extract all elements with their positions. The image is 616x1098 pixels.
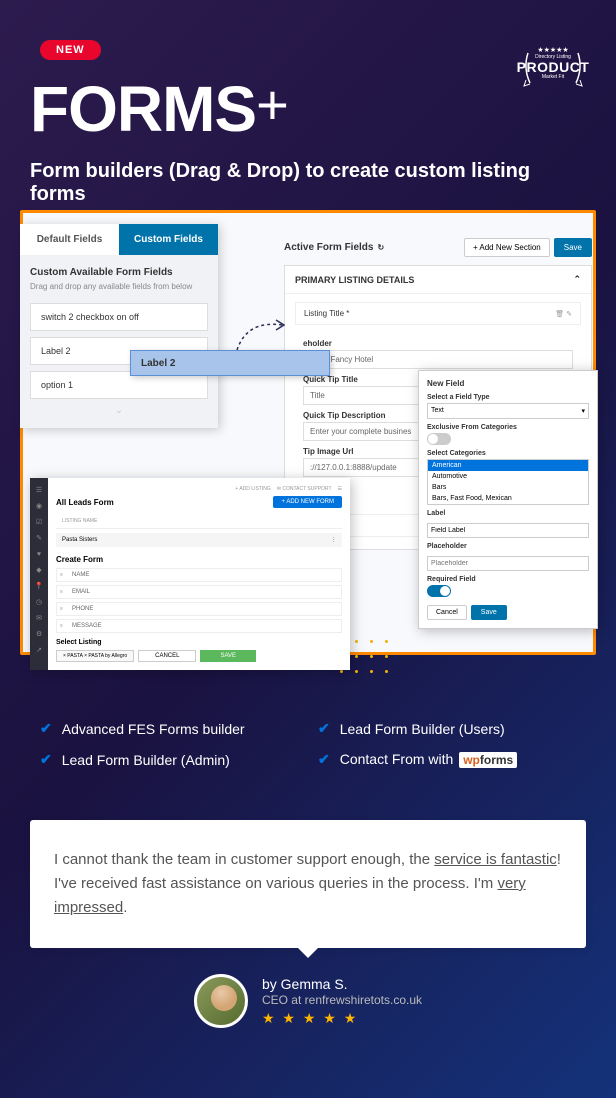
panel-desc: Drag and drop any available fields from … [30, 282, 208, 291]
menu-icon[interactable]: ☰ [338, 486, 342, 492]
form-field-row[interactable]: ≡PHONE [56, 602, 342, 616]
admin-cancel-button[interactable]: CANCEL [138, 650, 196, 662]
field-item[interactable]: switch 2 checkbox on off [30, 303, 208, 331]
feature-text: Lead Form Builder (Admin) [62, 752, 230, 768]
select-categories-label: Select Categories [427, 450, 589, 457]
form-field-row[interactable]: ≡MESSAGE [56, 619, 342, 633]
page-subtitle: Form builders (Drag & Drop) to create cu… [30, 160, 586, 206]
exclusive-label: Exclusive From Categories [427, 424, 589, 431]
listing-tag[interactable]: × PASTA × PASTA by Allegro [56, 650, 134, 662]
label-input[interactable] [427, 523, 589, 538]
sidebar-icon[interactable]: ◆ [30, 562, 48, 578]
sidebar-icon[interactable]: ◉ [30, 498, 48, 514]
category-option[interactable]: Bars, Fast Food, Mexican [428, 493, 588, 504]
field-type-label: Select a Field Type [427, 394, 589, 401]
sidebar-icon[interactable]: ✎ [30, 530, 48, 546]
exclusive-toggle[interactable] [427, 433, 451, 445]
dragging-field[interactable]: Label 2 [130, 350, 330, 376]
new-field-title: New Field [427, 379, 589, 388]
testimonial-text: I cannot thank the team in customer supp… [54, 848, 562, 920]
save-button[interactable]: Save [554, 238, 592, 257]
tab-default-fields[interactable]: Default Fields [20, 224, 119, 255]
sidebar-icon[interactable]: ◷ [30, 594, 48, 610]
star-rating: ★ ★ ★ ★ ★ [262, 1010, 422, 1027]
nf-save-button[interactable]: Save [471, 605, 507, 620]
add-new-form-button[interactable]: + ADD NEW FORM [273, 496, 342, 508]
sidebar-icon[interactable]: ☑ [30, 514, 48, 530]
field-type-select[interactable]: Text▾ [427, 403, 589, 419]
placeholder-input[interactable]: ple & Fancy Hotel [303, 350, 573, 369]
nf-cancel-button[interactable]: Cancel [427, 605, 467, 620]
sidebar-icon[interactable]: 📍 [30, 578, 48, 594]
tab-custom-fields[interactable]: Custom Fields [119, 224, 218, 255]
collapse-icon[interactable]: ⌃ [573, 274, 581, 285]
feature-text: Lead Form Builder (Users) [340, 721, 505, 737]
check-icon: ✔ [318, 720, 330, 737]
admin-title: All Leads Form [56, 498, 114, 507]
required-label: Required Field [427, 576, 589, 583]
features-grid: ✔ Advanced FES Forms builder ✔ Lead Form B… [40, 720, 576, 768]
author-name: by Gemma S. [262, 976, 422, 992]
category-option[interactable]: Bars [428, 482, 588, 493]
edit-icon[interactable]: ✎ [566, 311, 572, 318]
required-toggle[interactable] [427, 585, 451, 597]
custom-fields-panel: Default Fields Custom Fields Custom Avai… [20, 224, 218, 428]
table-header: LISTING NAME [62, 518, 97, 524]
add-section-button[interactable]: + Add New Section [464, 238, 550, 257]
panel-title: Custom Available Form Fields [30, 267, 208, 278]
check-icon: ✔ [40, 720, 52, 737]
admin-leads-panel: ☰ ◉ ☑ ✎ ♥ ◆ 📍 ◷ ✉ ⚙ ↗ + ADD LISTING ✉ CO… [30, 478, 350, 670]
refresh-icon[interactable]: ↻ [377, 243, 384, 252]
form-field-row[interactable]: ≡EMAIL [56, 585, 342, 599]
add-listing-link[interactable]: + ADD LISTING [235, 486, 270, 492]
label-label: Label [427, 510, 589, 517]
category-option[interactable]: American [428, 460, 588, 471]
avatar [194, 974, 248, 1028]
table-row[interactable]: Pasta Sisters [62, 537, 97, 543]
page-title: FORMS+ [30, 72, 288, 146]
delete-icon[interactable]: 🗑 [555, 311, 564, 318]
testimonial-author: by Gemma S. CEO at renfrewshiretots.co.u… [194, 974, 422, 1028]
form-field-row[interactable]: ≡NAME [56, 568, 342, 582]
sidebar-icon[interactable]: ⚙ [30, 626, 48, 642]
admin-sidebar: ☰ ◉ ☑ ✎ ♥ ◆ 📍 ◷ ✉ ⚙ ↗ [30, 478, 48, 670]
contact-support-link[interactable]: ✉ CONTACT SUPPORT [277, 486, 332, 492]
feature-text: Contact From with wpforms [340, 751, 518, 768]
sidebar-icon[interactable]: ✉ [30, 610, 48, 626]
check-icon: ✔ [318, 751, 330, 768]
sidebar-icon[interactable]: ☰ [30, 482, 48, 498]
drag-arrow [232, 310, 292, 355]
sidebar-icon[interactable]: ♥ [30, 546, 48, 562]
new-badge: NEW [40, 40, 101, 60]
listing-title-field[interactable]: Listing Title * [304, 309, 349, 318]
nf-placeholder-label: Placeholder [427, 543, 589, 550]
sidebar-icon[interactable]: ↗ [30, 642, 48, 658]
testimonial-card: I cannot thank the team in customer supp… [30, 820, 586, 948]
author-role: CEO at renfrewshiretots.co.uk [262, 993, 422, 1007]
category-option[interactable]: Automotive [428, 471, 588, 482]
admin-save-button[interactable]: SAVE [200, 650, 256, 662]
wpforms-logo: wpforms [459, 752, 517, 768]
feature-text: Advanced FES Forms builder [62, 721, 245, 737]
placeholder-label: eholder [303, 339, 573, 348]
product-badge: ★★★★★ Directory Listing PRODUCT Market F… [518, 28, 588, 98]
category-list[interactable]: American Automotive Bars Bars, Fast Food… [427, 459, 589, 505]
check-icon: ✔ [40, 751, 52, 768]
new-field-panel: New Field Select a Field Type Text▾ Excl… [418, 370, 598, 629]
select-listing-label: Select Listing [56, 639, 342, 646]
create-form-title: Create Form [56, 555, 342, 564]
active-title: Active Form Fields↻ [284, 242, 384, 253]
nf-placeholder-input[interactable] [427, 556, 589, 571]
section-title: PRIMARY LISTING DETAILS [295, 275, 414, 285]
